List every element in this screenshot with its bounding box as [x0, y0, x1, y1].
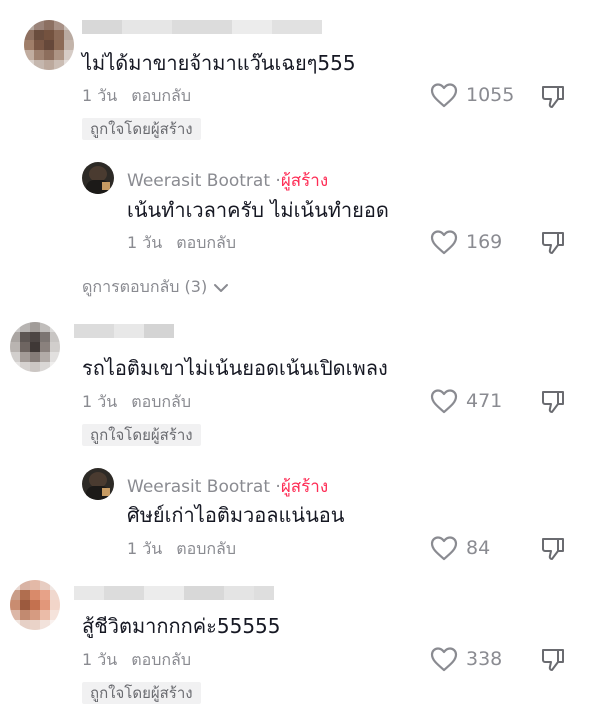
comment-time: 1 วัน — [82, 392, 118, 411]
heart-outline-icon — [430, 647, 458, 672]
liked-by-creator-badge: ถูกใจโดยผู้สร้าง — [82, 682, 201, 704]
thumbs-down-outline-icon[interactable] — [540, 536, 566, 562]
comment-time: 1 วัน — [82, 650, 118, 669]
like-count: 471 — [466, 390, 503, 412]
like-count: 1055 — [466, 84, 515, 106]
creator-tag: ผู้สร้าง — [280, 171, 329, 191]
liked-by-creator-badge: ถูกใจโดยผู้สร้าง — [82, 424, 201, 446]
creator-reply-text: เน้นทำเวลาครับ ไม่เน้นทำยอด — [127, 198, 389, 222]
comment-text: ไม่ได้มาขายจ้ามาแว๊นเฉยๆ555 — [82, 51, 356, 75]
commenter-name-blurred[interactable] — [82, 20, 322, 34]
thumbs-down-outline-icon[interactable] — [540, 84, 566, 110]
creator-reply-meta: 1 วัน ตอบกลับ — [127, 539, 236, 559]
heart-outline-icon — [430, 83, 458, 108]
creator-name-line: Weerasit Bootrat ·ผู้สร้าง — [127, 167, 328, 194]
comment-time: 1 วัน — [82, 86, 118, 105]
like-button[interactable]: 1055 — [430, 82, 514, 108]
creator-tag: ผู้สร้าง — [280, 477, 329, 497]
reply-button[interactable]: ตอบกลับ — [176, 233, 236, 252]
thumbs-down-outline-icon[interactable] — [540, 230, 566, 256]
heart-outline-icon — [430, 536, 458, 561]
like-button[interactable]: 471 — [430, 388, 502, 414]
creator-name[interactable]: Weerasit Bootrat — [127, 171, 270, 191]
chevron-down-icon — [214, 283, 229, 292]
comment-meta: 1 วัน ตอบกลับ — [82, 86, 191, 106]
comment-meta: 1 วัน ตอบกลับ — [82, 392, 191, 412]
comment-meta: 1 วัน ตอบกลับ — [82, 650, 191, 670]
heart-outline-icon — [430, 389, 458, 414]
comment-text: รถไอติมเขาไม่เน้นยอดเน้นเปิดเพลง — [82, 356, 388, 380]
like-count: 84 — [466, 537, 491, 559]
commenter-avatar[interactable] — [10, 580, 60, 630]
like-count: 338 — [466, 648, 503, 670]
reply-button[interactable]: ตอบกลับ — [131, 86, 191, 105]
comment-text: สู้ชีวิตมากกกค่ะ55555 — [82, 614, 281, 638]
creator-name-line: Weerasit Bootrat ·ผู้สร้าง — [127, 473, 328, 500]
like-button[interactable]: 169 — [430, 229, 502, 255]
like-count: 169 — [466, 231, 503, 253]
reply-button[interactable]: ตอบกลับ — [131, 392, 191, 411]
creator-reply-text: ศิษย์เก่าไอติมวอลแน่นอน — [127, 503, 345, 527]
reply-time: 1 วัน — [127, 539, 163, 558]
liked-by-creator-badge: ถูกใจโดยผู้สร้าง — [82, 118, 201, 140]
like-button[interactable]: 84 — [430, 535, 490, 561]
like-button[interactable]: 338 — [430, 646, 502, 672]
creator-avatar[interactable] — [82, 162, 114, 194]
reply-button[interactable]: ตอบกลับ — [131, 650, 191, 669]
commenter-name-blurred[interactable] — [74, 586, 274, 600]
reply-time: 1 วัน — [127, 233, 163, 252]
view-more-replies-button[interactable]: ดูการตอบกลับ (3) — [82, 275, 229, 300]
commenter-avatar[interactable] — [24, 20, 74, 70]
thumbs-down-outline-icon[interactable] — [540, 647, 566, 673]
view-more-replies-label: ดูการตอบกลับ (3) — [82, 277, 208, 296]
creator-name[interactable]: Weerasit Bootrat — [127, 477, 270, 497]
creator-reply-meta: 1 วัน ตอบกลับ — [127, 233, 236, 253]
commenter-name-blurred[interactable] — [74, 324, 174, 338]
heart-outline-icon — [430, 230, 458, 255]
thumbs-down-outline-icon[interactable] — [540, 389, 566, 415]
reply-button[interactable]: ตอบกลับ — [176, 539, 236, 558]
commenter-avatar[interactable] — [10, 322, 60, 372]
creator-avatar[interactable] — [82, 468, 114, 500]
